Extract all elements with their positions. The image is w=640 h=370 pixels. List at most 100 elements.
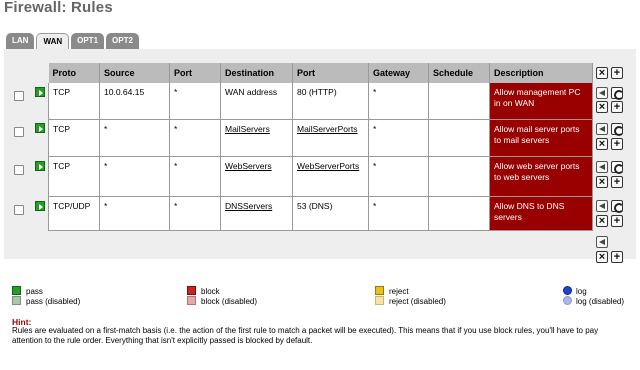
row-checkbox[interactable] xyxy=(14,127,24,137)
pass-arrow-icon[interactable] xyxy=(35,161,45,171)
column-header-gateway[interactable]: Gateway xyxy=(368,63,429,83)
reject-icon xyxy=(375,286,384,295)
tab-wan[interactable]: WAN xyxy=(36,33,70,50)
column-header-schedule[interactable]: Schedule xyxy=(428,63,490,83)
pass-arrow-icon[interactable] xyxy=(35,87,45,97)
cell-source: * xyxy=(99,119,170,157)
table-row[interactable]: TCP * * WebServers WebServerPorts * Allo… xyxy=(48,156,593,197)
edit-icon[interactable] xyxy=(611,123,624,136)
legend-block-disabled: block (disabled) xyxy=(201,297,258,306)
cell-proto: TCP xyxy=(48,119,100,157)
legend-pass: pass xyxy=(26,287,43,296)
delete-selected-icon[interactable] xyxy=(596,67,608,79)
column-header-source-port[interactable]: Port xyxy=(169,63,221,83)
delete-icon[interactable] xyxy=(596,101,608,113)
cell-description: Allow management PC in on WAN xyxy=(489,83,593,120)
pass-icon xyxy=(12,286,21,295)
legend-log: log xyxy=(576,287,587,296)
column-header-destination-port[interactable]: Port xyxy=(292,63,369,83)
block-disabled-icon xyxy=(187,296,196,305)
cell-schedule xyxy=(428,156,490,197)
cell-schedule xyxy=(428,119,490,157)
rules-table: Proto Source Port Destination Port Gatew… xyxy=(48,63,593,231)
row-checkbox[interactable] xyxy=(14,91,24,101)
row-checkbox[interactable] xyxy=(14,165,24,175)
cell-proto: TCP xyxy=(48,83,100,120)
pass-arrow-icon[interactable] xyxy=(35,201,45,211)
page-title: Firewall: Rules xyxy=(4,0,113,16)
add-rule-icon[interactable] xyxy=(611,251,623,263)
alias-link-destination[interactable]: WebServers xyxy=(225,161,272,171)
pass-arrow-icon[interactable] xyxy=(35,123,45,133)
pass-disabled-icon xyxy=(12,296,21,305)
cell-source-port: * xyxy=(169,156,221,197)
delete-icon[interactable] xyxy=(596,138,608,150)
tab-lan[interactable]: LAN xyxy=(6,33,35,49)
interface-tabs: LAN WAN OPT1 OPT2 xyxy=(6,33,139,50)
legend-block: block xyxy=(201,287,220,296)
cell-destination: WebServers xyxy=(220,156,293,197)
edit-icon[interactable] xyxy=(611,87,624,100)
delete-icon[interactable] xyxy=(596,215,608,227)
cell-source-port: * xyxy=(169,196,221,231)
add-icon[interactable] xyxy=(611,101,623,113)
move-before-icon[interactable] xyxy=(596,200,608,212)
cell-source: * xyxy=(99,156,170,197)
block-icon xyxy=(187,286,196,295)
cell-description: Allow DNS to DNS servers xyxy=(489,196,593,231)
table-header-row: Proto Source Port Destination Port Gatew… xyxy=(48,63,593,83)
delete-icon[interactable] xyxy=(596,176,608,188)
move-before-icon[interactable] xyxy=(596,87,608,99)
edit-icon[interactable] xyxy=(611,161,624,174)
cell-source-port: * xyxy=(169,83,221,120)
move-before-icon[interactable] xyxy=(596,161,608,173)
cell-gateway: * xyxy=(368,119,429,157)
row-checkbox[interactable] xyxy=(14,205,24,215)
legend-reject: reject xyxy=(389,287,409,296)
column-header-destination[interactable]: Destination xyxy=(220,63,293,83)
add-icon[interactable] xyxy=(611,138,623,150)
cell-schedule xyxy=(428,83,490,120)
add-icon[interactable] xyxy=(611,176,623,188)
cell-source-port: * xyxy=(169,119,221,157)
cell-gateway: * xyxy=(368,196,429,231)
log-disabled-icon xyxy=(563,296,572,305)
add-icon[interactable] xyxy=(611,215,623,227)
cell-destination: MailServers xyxy=(220,119,293,157)
alias-link-destination[interactable]: DNSServers xyxy=(225,201,272,211)
cell-destination: WAN address xyxy=(220,83,293,120)
cell-source: * xyxy=(99,196,170,231)
legend-reject-disabled: reject (disabled) xyxy=(389,297,446,306)
add-rule-icon[interactable] xyxy=(611,67,623,79)
column-header-source[interactable]: Source xyxy=(99,63,170,83)
cell-source: 10.0.64.15 xyxy=(99,83,170,120)
cell-destination-port: WebServerPorts xyxy=(292,156,369,197)
cell-destination-port: 53 (DNS) xyxy=(292,196,369,231)
edit-icon[interactable] xyxy=(611,200,624,213)
cell-proto: TCP/UDP xyxy=(48,196,100,231)
table-row[interactable]: TCP/UDP * * DNSServers 53 (DNS) * Allow … xyxy=(48,196,593,231)
tab-opt1[interactable]: OPT1 xyxy=(71,33,105,49)
cell-schedule xyxy=(428,196,490,231)
cell-description: Allow mail server ports to mail servers xyxy=(489,119,593,157)
legend-pass-disabled: pass (disabled) xyxy=(26,297,81,306)
move-before-icon[interactable] xyxy=(596,123,608,135)
column-header-description[interactable]: Description xyxy=(489,63,593,83)
cell-gateway: * xyxy=(368,156,429,197)
alias-link-port[interactable]: WebServerPorts xyxy=(297,161,359,171)
delete-selected-icon[interactable] xyxy=(596,251,608,263)
column-header-proto[interactable]: Proto xyxy=(48,63,100,83)
cell-gateway: * xyxy=(368,83,429,120)
alias-link-port[interactable]: MailServerPorts xyxy=(297,124,357,134)
log-icon xyxy=(563,286,572,295)
legend-log-disabled: log (disabled) xyxy=(576,297,625,306)
table-row[interactable]: TCP * * MailServers MailServerPorts * Al… xyxy=(48,119,593,157)
cell-destination-port: 80 (HTTP) xyxy=(292,83,369,120)
tab-opt2[interactable]: OPT2 xyxy=(106,33,139,49)
cell-description: Allow web server ports to web servers xyxy=(489,156,593,197)
move-to-end-icon[interactable] xyxy=(596,236,608,248)
cell-destination-port: MailServerPorts xyxy=(292,119,369,157)
alias-link-destination[interactable]: MailServers xyxy=(225,124,270,134)
reject-disabled-icon xyxy=(375,296,384,305)
table-row[interactable]: TCP 10.0.64.15 * WAN address 80 (HTTP) *… xyxy=(48,83,593,120)
